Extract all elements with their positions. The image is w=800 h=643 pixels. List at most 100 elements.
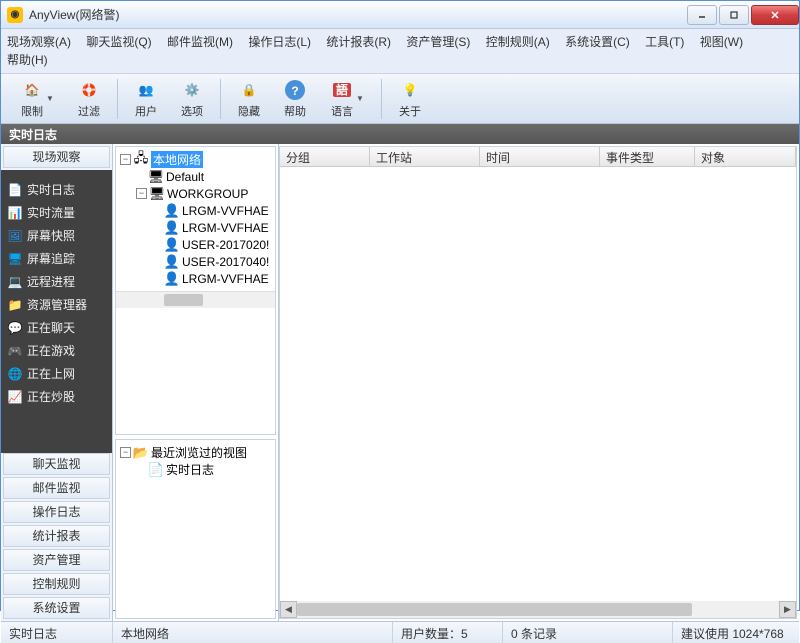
recent-tree: −📂最近浏览过的视图 📄实时日志 xyxy=(116,440,275,482)
menubar: 现场观察(A) 聊天监视(Q) 邮件监视(M) 操作日志(L) 统计报表(R) … xyxy=(1,29,799,74)
tree-node[interactable]: 👤LRGM-VVFHAE xyxy=(120,219,271,236)
sidebar-section[interactable]: 资产管理 xyxy=(3,549,110,571)
tree-node[interactable]: 👤USER-2017020! xyxy=(120,236,271,253)
filter-button[interactable]: 🛟过滤 xyxy=(67,76,111,122)
sidebar-section[interactable]: 聊天监视 xyxy=(3,453,110,475)
sidebar-item[interactable]: 🎮正在游戏 xyxy=(5,339,108,362)
divider xyxy=(117,79,118,119)
recent-root[interactable]: −📂最近浏览过的视图 xyxy=(120,444,271,461)
col-time[interactable]: 时间 xyxy=(480,147,600,166)
options-button[interactable]: ⚙️选项 xyxy=(170,76,214,122)
scroll-right-icon[interactable]: ▶ xyxy=(779,601,796,618)
menu-item[interactable]: 统计报表(R) xyxy=(326,35,391,49)
tree-node-label: LRGM-VVFHAE xyxy=(182,272,269,286)
sidebar-section[interactable]: 控制规则 xyxy=(3,573,110,595)
user-icon: 👤 xyxy=(164,254,180,270)
language-icon: 語 xyxy=(330,78,354,102)
toolbar: 🏠限制 ▼ 🛟过滤 👥用户 ⚙️选项 🔒隐藏 ?帮助 語语言 ▼ 💡关于 xyxy=(1,74,799,124)
menu-item[interactable]: 现场观察(A) xyxy=(7,35,71,49)
tree-node-label: USER-2017020! xyxy=(182,238,269,252)
sidebar-item-label: 实时流量 xyxy=(27,204,75,221)
sidebar-item-label: 资源管理器 xyxy=(27,296,87,313)
h-scrollbar[interactable] xyxy=(116,291,275,308)
tree-root[interactable]: −🖧本地网络 xyxy=(120,151,271,168)
menu-item[interactable]: 聊天监视(Q) xyxy=(86,35,151,49)
sidebar-item[interactable]: 🌐正在上网 xyxy=(5,362,108,385)
sidebar-item-label: 正在炒股 xyxy=(27,388,75,405)
titlebar: ◉ AnyView(网络警) xyxy=(1,1,799,29)
sidebar-icon: 📄 xyxy=(7,182,23,198)
help-button[interactable]: ?帮助 xyxy=(273,76,317,122)
sidebar-head[interactable]: 现场观察 xyxy=(3,146,110,168)
collapse-icon[interactable]: − xyxy=(120,447,131,458)
status-network: 本地网络 xyxy=(113,622,393,643)
help-icon: ? xyxy=(283,78,307,102)
sidebar-section[interactable]: 操作日志 xyxy=(3,501,110,523)
col-object[interactable]: 对象 xyxy=(695,147,796,166)
statusbar: 实时日志 本地网络 用户数量：5 0 条记录 建议使用 1024*768 xyxy=(1,621,799,643)
menu-item[interactable]: 帮助(H) xyxy=(7,53,48,67)
lifebuoy-icon: 🛟 xyxy=(77,78,101,102)
sidebar-icon: 📊 xyxy=(7,205,23,221)
tree-node[interactable]: 👤LRGM-VVFHAE xyxy=(120,270,271,287)
sidebar: 现场观察 📄实时日志📊实时流量🖼屏幕快照🖥屏幕追踪💻远程进程📁资源管理器💬正在聊… xyxy=(1,144,113,621)
sidebar-section[interactable]: 系统设置 xyxy=(3,597,110,619)
collapse-icon[interactable]: − xyxy=(120,154,131,165)
sidebar-item[interactable]: 📈正在炒股 xyxy=(5,385,108,408)
recent-item[interactable]: 📄实时日志 xyxy=(120,461,271,478)
menu-item[interactable]: 操作日志(L) xyxy=(248,35,311,49)
status-users: 用户数量：5 xyxy=(393,622,503,643)
sidebar-item[interactable]: 📁资源管理器 xyxy=(5,293,108,316)
sidebar-section[interactable]: 邮件监视 xyxy=(3,477,110,499)
close-button[interactable] xyxy=(751,5,799,25)
menu-item[interactable]: 控制规则(A) xyxy=(486,35,550,49)
group-icon: 🖥 xyxy=(148,169,164,185)
tree-node[interactable]: 👤USER-2017040! xyxy=(120,253,271,270)
lang-button[interactable]: 語语言 ▼ xyxy=(319,76,375,122)
sidebar-item[interactable]: 📊实时流量 xyxy=(5,201,108,224)
col-eventtype[interactable]: 事件类型 xyxy=(600,147,695,166)
sidebar-section[interactable]: 统计报表 xyxy=(3,525,110,547)
tree-node-label: LRGM-VVFHAE xyxy=(182,204,269,218)
sidebar-item-label: 正在聊天 xyxy=(27,319,75,336)
grid: 分组 工作站 时间 事件类型 对象 ◀ ▶ xyxy=(279,146,797,619)
menu-item[interactable]: 资产管理(S) xyxy=(406,35,470,49)
house-icon: 🏠 xyxy=(20,78,44,102)
about-button[interactable]: 💡关于 xyxy=(388,76,432,122)
menu-item[interactable]: 工具(T) xyxy=(645,35,684,49)
maximize-button[interactable] xyxy=(719,5,749,25)
network-icon: 🖧 xyxy=(133,152,149,168)
hide-button[interactable]: 🔒隐藏 xyxy=(227,76,271,122)
sidebar-item[interactable]: 📄实时日志 xyxy=(5,178,108,201)
minimize-button[interactable] xyxy=(687,5,717,25)
tree-node[interactable]: 👤LRGM-VVFHAE xyxy=(120,202,271,219)
scroll-left-icon[interactable]: ◀ xyxy=(280,601,297,618)
collapse-icon[interactable]: − xyxy=(136,188,147,199)
menu-item[interactable]: 系统设置(C) xyxy=(565,35,630,49)
col-group[interactable]: 分组 xyxy=(280,147,370,166)
user-button[interactable]: 👥用户 xyxy=(124,76,168,122)
sidebar-icon: 🌐 xyxy=(7,366,23,382)
app-icon: ◉ xyxy=(7,7,23,23)
sidebar-item[interactable]: 💬正在聊天 xyxy=(5,316,108,339)
sidebar-item[interactable]: 🖼屏幕快照 xyxy=(5,224,108,247)
svg-text:?: ? xyxy=(291,84,298,98)
sidebar-item[interactable]: 🖥屏幕追踪 xyxy=(5,247,108,270)
sidebar-item-label: 正在游戏 xyxy=(27,342,75,359)
h-scrollbar[interactable]: ◀ ▶ xyxy=(280,601,796,618)
limit-button[interactable]: 🏠限制 ▼ xyxy=(9,76,65,122)
tree-node[interactable]: 🖥Default xyxy=(120,168,271,185)
sidebar-icon: 💻 xyxy=(7,274,23,290)
sidebar-item[interactable]: 💻远程进程 xyxy=(5,270,108,293)
network-tree: −🖧本地网络 🖥Default −🖥WORKGROUP 👤LRGM-VVFHAE… xyxy=(116,147,275,291)
sidebar-items: 📄实时日志📊实时流量🖼屏幕快照🖥屏幕追踪💻远程进程📁资源管理器💬正在聊天🎮正在游… xyxy=(1,170,112,453)
tree-group[interactable]: −🖥WORKGROUP xyxy=(120,185,271,202)
chevron-down-icon: ▼ xyxy=(46,94,54,103)
menu-item[interactable]: 邮件监视(M) xyxy=(167,35,233,49)
user-icon: 👤 xyxy=(164,220,180,236)
col-workstation[interactable]: 工作站 xyxy=(370,147,480,166)
folder-icon: 📂 xyxy=(133,445,149,461)
grid-header: 分组 工作站 时间 事件类型 对象 xyxy=(280,147,796,167)
sidebar-item-label: 屏幕快照 xyxy=(27,227,75,244)
menu-item[interactable]: 视图(W) xyxy=(700,35,743,49)
